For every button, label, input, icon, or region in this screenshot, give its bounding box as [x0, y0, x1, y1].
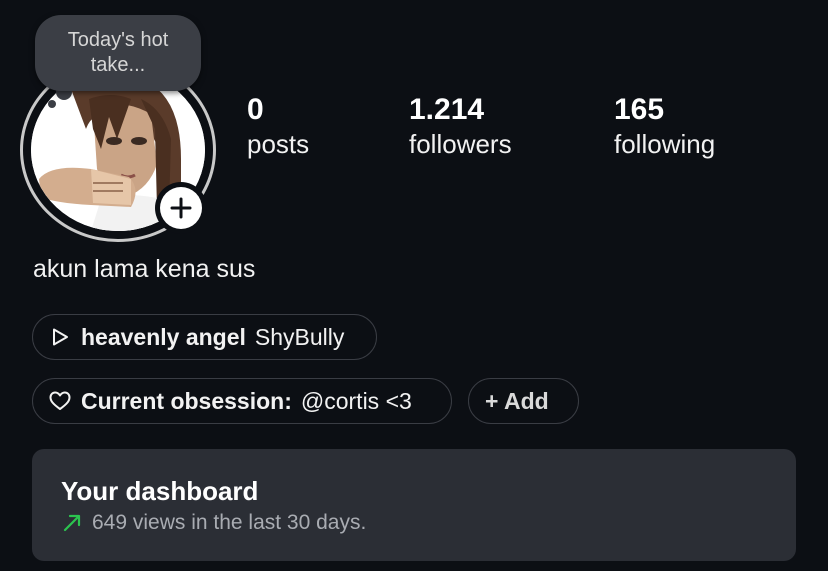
- music-artist: ShyBully: [254, 323, 345, 350]
- add-story-button[interactable]: [155, 182, 207, 234]
- dashboard-subtitle: 649 views in the last 30 days.: [92, 511, 367, 534]
- heart-icon: [49, 390, 71, 412]
- dashboard-subtitle-row: 649 views in the last 30 days.: [61, 509, 366, 537]
- stat-followers-label: followers: [409, 129, 512, 159]
- trend-up-icon: [61, 512, 83, 534]
- add-button-label: + Add: [485, 387, 549, 414]
- play-icon: [49, 326, 71, 348]
- plus-icon: [170, 197, 192, 219]
- profile-bio: akun lama kena sus: [33, 255, 256, 283]
- dashboard-card[interactable]: Your dashboard 649 views in the last 30 …: [32, 449, 796, 561]
- music-pill[interactable]: heavenly angel ShyBully: [32, 314, 377, 360]
- note-text: Today's hot take...: [67, 29, 169, 76]
- stat-posts[interactable]: 0 posts: [247, 92, 309, 160]
- stat-following-count: 165: [614, 93, 665, 126]
- add-button[interactable]: + Add: [468, 378, 579, 424]
- stat-followers[interactable]: 1.214 followers: [409, 92, 512, 160]
- music-title: heavenly angel: [81, 323, 246, 350]
- stat-following[interactable]: 165 following: [614, 92, 715, 160]
- stat-followers-count: 1.214: [409, 93, 485, 126]
- stat-following-label: following: [614, 129, 716, 159]
- note-bubble[interactable]: Today's hot take...: [35, 15, 201, 91]
- note-bubble-tail-dot: [48, 100, 56, 108]
- obsession-label: Current obsession:: [81, 387, 292, 414]
- dashboard-title: Your dashboard: [61, 476, 259, 506]
- obsession-value: @cortis <3: [300, 387, 412, 414]
- stat-posts-label: posts: [247, 129, 310, 159]
- stat-posts-count: 0: [247, 93, 264, 126]
- obsession-pill[interactable]: Current obsession: @cortis <3: [32, 378, 452, 424]
